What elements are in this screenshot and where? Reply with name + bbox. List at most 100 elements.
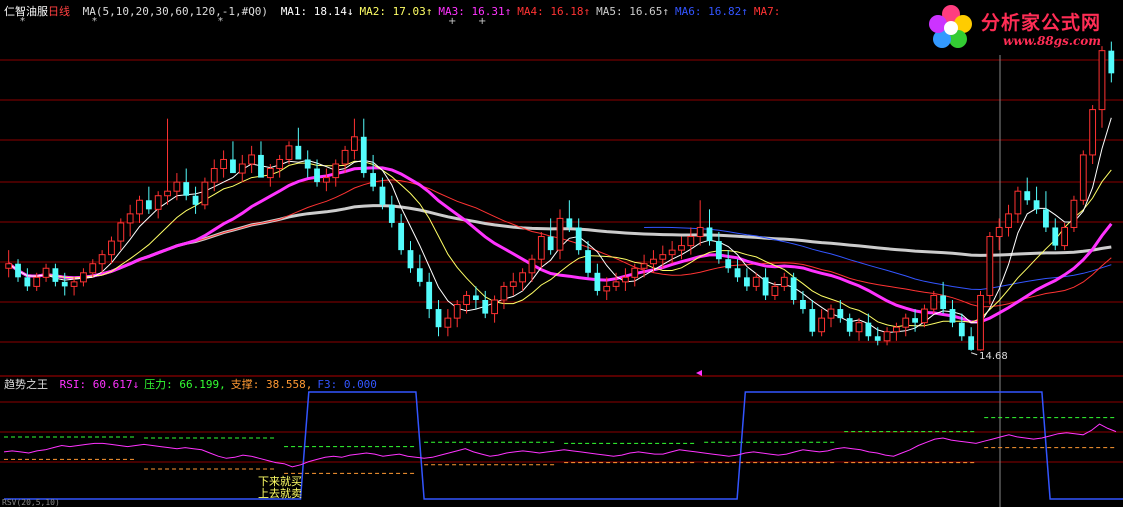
chart-stage: 14.68下来就买上去就卖* * * + + (0, 16, 1123, 507)
candle-body-11 (108, 240, 115, 256)
candle-body-77 (725, 259, 732, 269)
candle-body-1 (15, 263, 21, 278)
candle-body-68 (640, 263, 648, 269)
candle-body-56 (528, 258, 536, 274)
site-logo: 分析家公式网 www.88gs.com (925, 2, 1120, 52)
candle-body-110 (1033, 200, 1040, 210)
flower-icon (929, 5, 972, 48)
candle-body-88 (827, 308, 835, 319)
candle-body-30 (285, 145, 293, 160)
candle-body-55 (519, 272, 527, 283)
candle-body-111 (1043, 209, 1049, 228)
candle-body-13 (126, 213, 134, 224)
candle-body-104 (977, 294, 984, 351)
candle-body-82 (771, 285, 779, 296)
candle-body-65 (612, 281, 620, 287)
candle-body-113 (1061, 226, 1069, 247)
candle-body-8 (80, 272, 87, 283)
logo-url: www.88gs.com (1003, 34, 1101, 48)
candle-body-26 (248, 154, 256, 165)
candle-body-84 (790, 277, 797, 300)
period-label: 日线 (48, 5, 70, 18)
candle-body-80 (752, 276, 760, 287)
candle-body-42 (398, 222, 405, 251)
candle-body-72 (678, 245, 685, 251)
candle-body-44 (416, 268, 423, 282)
candle-body-59 (556, 217, 564, 251)
candle-body-89 (837, 309, 844, 319)
candle-body-0 (5, 263, 13, 269)
candle-body-23 (220, 158, 227, 170)
annotations: 14.68下来就买上去就卖* * * + + (20, 16, 1008, 500)
candle-body-74 (696, 226, 704, 238)
candle-body-105 (986, 236, 994, 296)
candle-body-79 (743, 277, 750, 287)
candle-body-67 (631, 267, 639, 278)
candle-body-62 (585, 250, 591, 273)
candle-body-114 (1070, 199, 1078, 228)
candle-body-24 (230, 159, 236, 174)
candle-body-103 (968, 336, 975, 350)
candle-body-38 (360, 136, 367, 174)
candle-body-92 (865, 322, 872, 337)
indicator-panel (3, 391, 1123, 500)
candle-body-28 (266, 168, 274, 179)
ma-legend-4: MA5: 16.65↑ (596, 5, 669, 18)
candle-body-15 (145, 200, 152, 210)
indicator-name: 趋势之王 (4, 378, 48, 391)
candlesticks (5, 41, 1115, 351)
candle-body-50 (473, 295, 479, 300)
stock-name: 仁智油服 (4, 5, 48, 18)
candle-body-71 (668, 249, 676, 256)
candle-body-25 (238, 163, 246, 174)
candle-body-2 (24, 277, 31, 287)
candle-body-66 (622, 276, 629, 283)
ma-legend-1: MA2: 17.03↑ (359, 5, 433, 18)
candle-body-41 (388, 204, 395, 223)
grid-lines (0, 55, 1123, 507)
note-buy: 下来就买 (258, 474, 302, 488)
candle-body-94 (883, 331, 891, 342)
candle-body-21 (201, 181, 209, 206)
candle-body-33 (314, 168, 320, 183)
candle-body-16 (154, 195, 162, 210)
candle-body-107 (1005, 213, 1012, 228)
candle-body-32 (304, 159, 311, 169)
candle-body-81 (762, 277, 769, 296)
low-price-label: 14.68 (979, 351, 1008, 362)
ma-legend-5: MA6: 16.82↑ (674, 5, 748, 18)
candle-body-31 (295, 145, 302, 160)
candle-body-100 (940, 295, 947, 310)
candle-body-37 (351, 136, 358, 151)
candle-body-83 (780, 276, 788, 287)
candle-body-18 (173, 181, 181, 192)
ma6-line (644, 226, 1112, 291)
candle-body-112 (1052, 227, 1059, 246)
candle-body-17 (164, 190, 171, 197)
candle-body-64 (603, 285, 611, 292)
candle-body-86 (809, 309, 816, 332)
rsi-line (3, 423, 1117, 468)
candle-body-20 (192, 195, 199, 205)
candle-body-76 (715, 241, 722, 260)
candle-body-51 (482, 300, 489, 314)
indicator-header: 趋势之王 RSI: 60.617↓ 压力: 66.199, 支撑: 38.558, F… (4, 376, 387, 392)
candle-body-35 (332, 163, 340, 179)
bottom-label: RSV(20,5,10) (2, 498, 60, 507)
candle-body-91 (855, 322, 863, 333)
logo-title: 分析家公式网 (981, 12, 1102, 34)
candle-body-12 (117, 222, 125, 242)
candle-body-22 (210, 168, 218, 183)
candle-body-36 (341, 149, 349, 165)
low-price-pointer (971, 352, 978, 356)
candle-body-106 (995, 226, 1003, 238)
candle-body-5 (52, 268, 59, 282)
candle-body-46 (435, 309, 442, 328)
candle-body-98 (921, 308, 928, 324)
candle-body-117 (1098, 50, 1106, 111)
candle-body-14 (136, 199, 143, 215)
candle-body-90 (846, 318, 853, 332)
note-sell: 上去就卖 (258, 486, 302, 500)
candle-body-99 (930, 294, 938, 310)
candle-body-108 (1014, 190, 1022, 215)
